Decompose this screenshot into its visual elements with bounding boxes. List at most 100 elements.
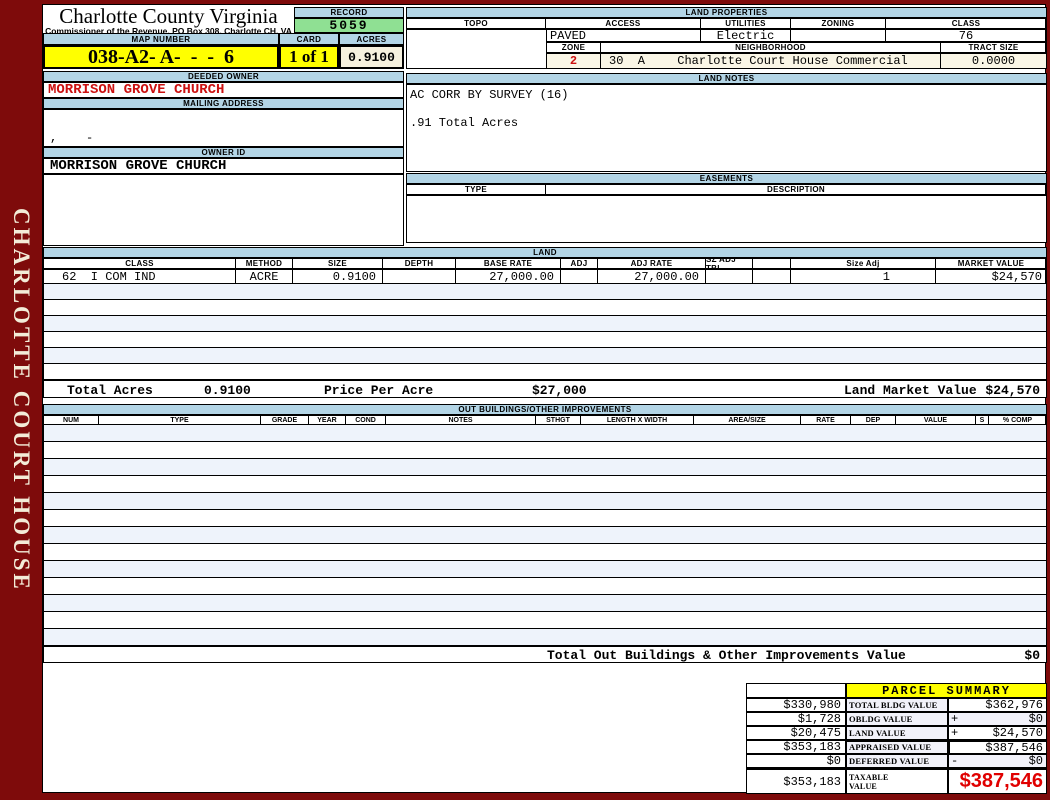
empty-table-row [44, 364, 1046, 380]
land-empty-rows [43, 284, 1047, 380]
easement-type-col-header: TYPE [406, 184, 546, 195]
record-value: 5059 [294, 18, 404, 33]
neighborhood-name: Charlotte Court House Commercial [677, 54, 908, 68]
summary-left-value: $353,183 [746, 740, 846, 754]
ob-notes-col-header: NOTES [386, 415, 536, 425]
land-sz-adj-tbl-col-header: SZ ADJ TBL [706, 258, 753, 269]
mailing-address-box: , - [43, 109, 404, 147]
empty-table-row [44, 629, 1046, 646]
land-row-depth [383, 269, 456, 284]
ob-rate-col-header: RATE [801, 415, 851, 425]
ob-grade-col-header: GRADE [261, 415, 309, 425]
out-buildings-column-headers: NUM TYPE GRADE YEAR COND NOTES STHGT LEN… [43, 415, 1047, 425]
land-row-size: 0.9100 [293, 269, 383, 284]
ob-num-col-header: NUM [43, 415, 99, 425]
access-value: PAVED [546, 29, 701, 42]
empty-table-row [44, 476, 1046, 493]
mailing-address-line: , - [50, 131, 94, 145]
empty-table-row [44, 425, 1046, 442]
ob-value-col-header: VALUE [896, 415, 976, 425]
record-header: RECORD [294, 7, 404, 18]
summary-value-cell: - $0 [948, 754, 1047, 768]
empty-table-row [44, 332, 1046, 348]
tract-size-col-header: TRACT SIZE [941, 42, 1047, 53]
land-adj-col-header: ADJ [561, 258, 598, 269]
summary-value-cell: $387,546 [948, 740, 1047, 754]
map-number-header: MAP NUMBER [43, 33, 279, 45]
access-col-header: ACCESS [546, 18, 701, 29]
neighborhood-value: 30 A Charlotte Court House Commercial [601, 53, 941, 69]
topo-value-box [406, 29, 547, 69]
land-row-size-adj: 1 [791, 269, 936, 284]
class-value: 76 [886, 29, 1047, 42]
price-per-acre-label: Price Per Acre [324, 383, 434, 398]
parcel-summary-table: PARCEL SUMMARY $330,980 TOTAL BLDG VALUE… [746, 683, 1047, 794]
summary-row-obldg: $1,728 OBLDG VALUE + $0 [746, 712, 1047, 726]
owner-id-value: MORRISON GROVE CHURCH [43, 158, 404, 174]
summary-sign: - [951, 754, 959, 768]
land-properties-values: PAVED Electric 76 [546, 29, 1047, 42]
ob-length-width-col-header: LENGTH X WIDTH [581, 415, 694, 425]
land-section-header: LAND [43, 247, 1047, 258]
ob-dep-col-header: DEP [851, 415, 896, 425]
out-buildings-total-row: Total Out Buildings & Other Improvements… [43, 646, 1047, 663]
land-blank-col-header [753, 258, 791, 269]
class-col-header: CLASS [886, 18, 1047, 29]
taxable-label: TAXABLE VALUE [846, 768, 948, 794]
land-note-line-1: AC CORR BY SURVEY (16) [410, 88, 569, 102]
ob-area-size-col-header: AREA/SIZE [694, 415, 801, 425]
summary-value-cell: + $0 [948, 712, 1047, 726]
sidebar-vertical-banner: CHARLOTTE COURT HOUSE [0, 140, 42, 660]
land-row-method: ACRE [236, 269, 293, 284]
record-card-content: Charlotte County Virginia Commissioner o… [42, 4, 1047, 794]
summary-row-total-bldg: $330,980 TOTAL BLDG VALUE $362,976 [746, 698, 1047, 712]
land-note-line-2: .91 Total Acres [410, 116, 519, 130]
county-title: Charlotte County Virginia [59, 4, 278, 28]
taxable-value: $387,546 [948, 768, 1047, 794]
summary-left-value: $20,475 [746, 726, 846, 740]
zoning-value [791, 29, 886, 42]
land-class-col-header: CLASS [43, 258, 236, 269]
land-row-class: 62 I COM IND [43, 269, 236, 284]
land-row-base-rate: 27,000.00 [456, 269, 561, 284]
ob-cond-col-header: COND [346, 415, 386, 425]
taxable-label-line2: VALUE [849, 781, 877, 791]
summary-sign: + [951, 712, 959, 726]
ob-s-col-header: S [976, 415, 989, 425]
summary-label: LAND VALUE [846, 726, 948, 740]
deeded-owner-value: MORRISON GROVE CHURCH [43, 82, 404, 98]
summary-label: TOTAL BLDG VALUE [846, 698, 948, 712]
land-row-sz-adj-tbl [706, 269, 753, 284]
ob-type-col-header: TYPE [99, 415, 261, 425]
summary-row-taxable: $353,183 TAXABLE VALUE $387,546 [746, 768, 1047, 794]
summary-label: OBLDG VALUE [846, 712, 948, 726]
summary-value: $0 [1028, 712, 1043, 726]
empty-table-row [44, 544, 1046, 561]
summary-label: DEFERRED VALUE [846, 754, 948, 768]
empty-table-row [44, 510, 1046, 527]
out-buildings-total-label: Total Out Buildings & Other Improvements… [547, 648, 906, 663]
tract-size-value: 0.0000 [941, 53, 1047, 69]
land-notes-box: AC CORR BY SURVEY (16) .91 Total Acres [406, 84, 1047, 172]
easements-column-headers: TYPE DESCRIPTION [406, 184, 1047, 195]
land-size-adj-col-header: Size Adj [791, 258, 936, 269]
empty-table-row [44, 527, 1046, 544]
total-acres-value: 0.9100 [204, 383, 251, 398]
ob-pct-comp-col-header: % COMP [989, 415, 1047, 425]
land-base-rate-col-header: BASE RATE [456, 258, 561, 269]
zone-neighborhood-values: 2 30 A Charlotte Court House Commercial … [546, 53, 1047, 69]
empty-table-row [44, 493, 1046, 510]
empty-table-row [44, 612, 1046, 629]
price-per-acre-value: $27,000 [532, 383, 587, 398]
ob-year-col-header: YEAR [309, 415, 346, 425]
summary-value-cell: $362,976 [948, 698, 1047, 712]
summary-value: $387,546 [985, 740, 1043, 754]
card-header: CARD [279, 33, 339, 45]
land-row-blank [753, 269, 791, 284]
land-column-headers: CLASS METHOD SIZE DEPTH BASE RATE ADJ AD… [43, 258, 1047, 269]
land-totals-row: Total Acres 0.9100 Price Per Acre $27,00… [43, 380, 1047, 398]
summary-left-value: $330,980 [746, 698, 846, 712]
land-properties-header: LAND PROPERTIES [406, 7, 1047, 18]
land-notes-header: LAND NOTES [406, 73, 1047, 84]
land-market-value-total: $24,570 [985, 383, 1040, 398]
